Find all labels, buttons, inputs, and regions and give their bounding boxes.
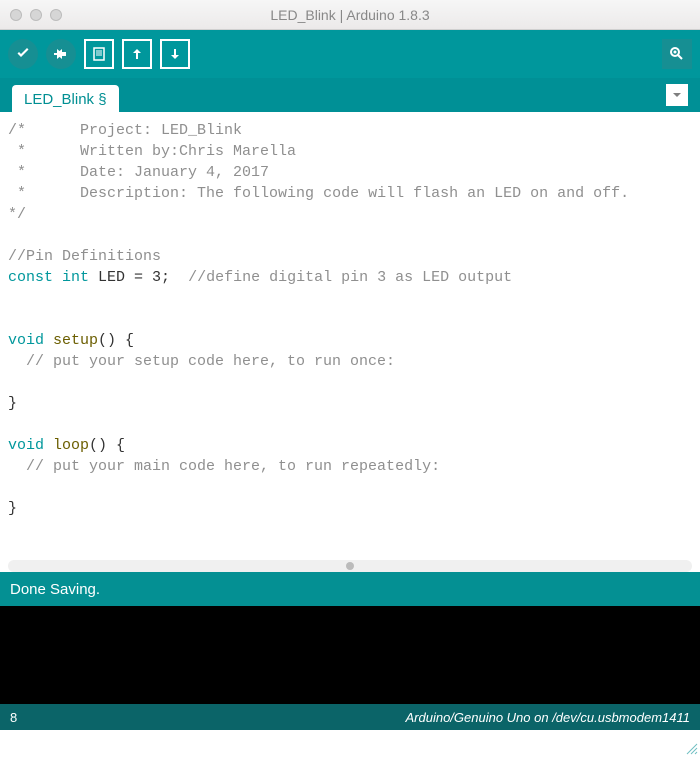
- code-text: Written by:Chris Marella: [26, 143, 296, 160]
- save-button[interactable]: [160, 39, 190, 69]
- serial-monitor-button[interactable]: [662, 39, 692, 69]
- code-text: *: [8, 143, 26, 160]
- code-text: //define digital pin 3 as LED output: [188, 269, 512, 286]
- code-text: // put your setup code here, to run once…: [8, 353, 395, 370]
- open-button[interactable]: [122, 39, 152, 69]
- status-bar: Done Saving.: [0, 572, 700, 606]
- code-text: //Pin Definitions: [8, 248, 161, 265]
- code-text: () {: [98, 332, 134, 349]
- code-text: loop: [44, 437, 89, 454]
- verify-button[interactable]: [8, 39, 38, 69]
- resize-grip-icon[interactable]: [684, 741, 698, 755]
- code-text: */: [8, 206, 26, 223]
- code-text: void: [8, 332, 44, 349]
- code-text: }: [8, 500, 17, 517]
- window-title: LED_Blink | Arduino 1.8.3: [0, 7, 700, 23]
- tabbar: LED_Blink §: [0, 78, 700, 112]
- code-text: LED = 3;: [89, 269, 188, 286]
- toolbar: [0, 30, 700, 78]
- code-text: /*: [8, 122, 26, 139]
- horizontal-scrollbar[interactable]: [8, 560, 692, 572]
- code-text: Project: LED_Blink: [26, 122, 242, 139]
- code-text: () {: [89, 437, 125, 454]
- status-message: Done Saving.: [10, 581, 100, 598]
- titlebar: LED_Blink | Arduino 1.8.3: [0, 0, 700, 30]
- code-text: const: [8, 269, 53, 286]
- code-text: setup: [44, 332, 98, 349]
- tab-menu-button[interactable]: [666, 84, 688, 106]
- code-text: *: [8, 164, 26, 181]
- upload-button[interactable]: [46, 39, 76, 69]
- code-text: Date: January 4, 2017: [26, 164, 269, 181]
- code-text: *: [8, 185, 26, 202]
- footer-bar: 8 Arduino/Genuino Uno on /dev/cu.usbmode…: [0, 704, 700, 730]
- board-info: Arduino/Genuino Uno on /dev/cu.usbmodem1…: [405, 710, 690, 725]
- line-number: 8: [10, 710, 17, 725]
- code-editor[interactable]: /* Project: LED_Blink * Written by:Chris…: [0, 112, 700, 560]
- code-text: }: [8, 395, 17, 412]
- console-output[interactable]: [0, 606, 700, 704]
- code-text: // put your main code here, to run repea…: [8, 458, 440, 475]
- code-text: Description: The following code will fla…: [26, 185, 629, 202]
- new-button[interactable]: [84, 39, 114, 69]
- tab-sketch[interactable]: LED_Blink §: [12, 85, 119, 112]
- code-text: int: [53, 269, 89, 286]
- code-text: void: [8, 437, 44, 454]
